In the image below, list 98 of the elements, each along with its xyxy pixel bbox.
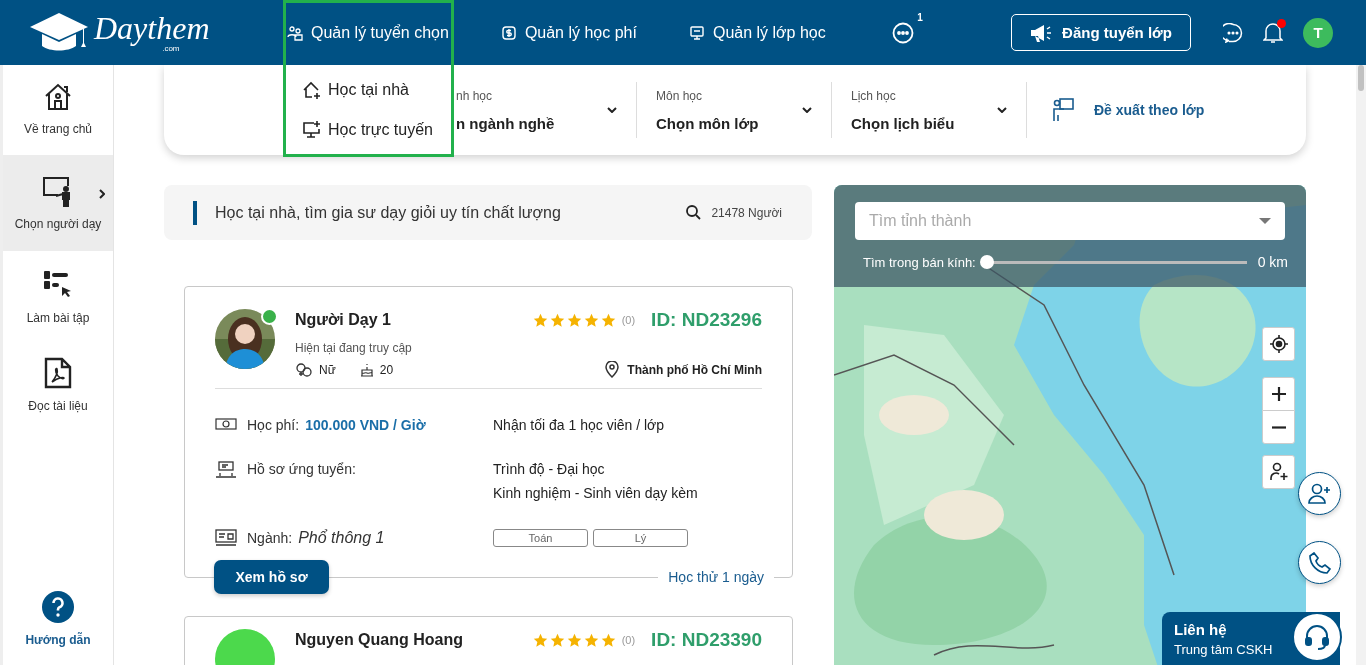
chevron-down-icon[interactable] (607, 107, 617, 113)
add-person-button[interactable] (1262, 455, 1295, 489)
sidebar-item[interactable]: Về trang chủ (3, 65, 113, 153)
star-icon (566, 632, 582, 648)
logo-text: Daythem (94, 12, 210, 44)
call-button[interactable] (1298, 541, 1341, 584)
minus-icon (1271, 425, 1286, 429)
star-icon (549, 312, 565, 328)
gender-icon (295, 362, 313, 377)
status-text: Hiện tại đang truy cập (295, 341, 413, 355)
phone-icon (1308, 551, 1331, 574)
profile-line: Kinh nghiệm - Sinh viên dạy kèm (493, 485, 699, 501)
person-plus-icon (1268, 462, 1289, 482)
nav-item[interactable]: Quản lý lớp học (686, 19, 828, 46)
people-icon (287, 24, 303, 41)
sidebar-item[interactable]: Làm bài tập (3, 253, 113, 341)
bell-icon[interactable] (1263, 21, 1283, 44)
locate-button[interactable] (1262, 327, 1295, 361)
monitor-plus-icon (302, 120, 322, 140)
person-plus-icon (1307, 482, 1332, 505)
chevron-down-icon[interactable] (997, 107, 1007, 113)
interview-icon (215, 461, 237, 479)
chat-icon[interactable] (1223, 22, 1243, 43)
contact-subtitle: Trung tâm CSKH (1174, 641, 1273, 657)
contact-title: Liên hệ (1174, 620, 1228, 638)
age-text: 20 (379, 362, 394, 377)
house-icon (43, 82, 73, 112)
fee-text: Học phí: 100.000 VND / Giờ (247, 417, 426, 433)
major-text: Ngành: Phổ thông 1 (247, 529, 385, 547)
zoom-in-button[interactable] (1262, 377, 1295, 411)
tutor-name: Người Dạy 1 (295, 311, 392, 329)
nav-item[interactable]: Quản lý học phí (498, 19, 639, 46)
filter-value[interactable]: n ngành nghề (456, 114, 555, 132)
gender-text: Nữ (319, 362, 336, 377)
location-pin-icon (605, 361, 620, 378)
filter-value[interactable]: Chọn môn lớp (656, 114, 759, 132)
star-icon (600, 632, 616, 648)
suggest-button[interactable]: Đề xuất theo lớp (1046, 97, 1211, 123)
post-class-button[interactable]: Đăng tuyển lớp (1011, 14, 1191, 51)
menu-item[interactable]: Học trực tuyến (285, 112, 451, 148)
cake-icon (359, 362, 374, 377)
help-icon[interactable] (42, 591, 74, 623)
view-profile-button[interactable]: Xem hồ sơ (214, 560, 329, 594)
plus-icon (1271, 387, 1286, 401)
monitor-icon (215, 529, 237, 547)
subject-tag: Toán (493, 529, 588, 547)
filter-value[interactable]: Chọn lịch biểu (851, 114, 955, 132)
star-icon (549, 632, 565, 648)
filter-label: Môn học (656, 88, 704, 103)
tutor-id: ID: ND23296 (651, 309, 762, 331)
location-text: Thành phố Hồ Chí Minh (627, 362, 762, 377)
star-icon (566, 312, 582, 328)
tutor-id: ID: ND23390 (651, 629, 762, 651)
house-plus-icon (302, 80, 322, 100)
count-label: 1 (917, 11, 923, 23)
logo-suffix: .com (162, 44, 180, 53)
profile-label: Hồ sơ ứng tuyển: (247, 461, 356, 477)
chevron-icon (99, 189, 105, 199)
contact-widget[interactable]: Liên hệ Trung tâm CSKH (1162, 612, 1340, 665)
crosshair-icon (1269, 335, 1288, 353)
dollar-icon (500, 24, 517, 41)
star-icon (583, 312, 599, 328)
pdf-file-icon (44, 357, 72, 389)
star-icon (600, 312, 616, 328)
radius-label: Tìm trong bán kính: (863, 254, 976, 270)
search-icon[interactable] (686, 205, 702, 220)
caret-icon[interactable] (1259, 218, 1271, 224)
zoom-out-button[interactable] (1262, 410, 1295, 444)
result-count: 21478 Người (711, 205, 782, 220)
star-icon (532, 312, 548, 328)
review-count: (0) (621, 634, 636, 646)
menu-item[interactable]: Học tại nhà (285, 72, 451, 108)
cash-icon (215, 417, 237, 431)
tutor-name: Nguyen Quang Hoang (295, 631, 464, 649)
trial-text: Học thử 1 ngày (658, 568, 774, 585)
nav-item[interactable]: Quản lý tuyển chọn (285, 19, 451, 46)
subject-tag: Lý (593, 529, 688, 547)
sidebar-item[interactable]: Đọc tài liệu (3, 341, 113, 429)
sidebar-item[interactable]: Chọn người dạy (3, 155, 113, 251)
radius-value: 0 km (1257, 254, 1288, 270)
profile-line: Trình độ - Đại học (493, 461, 606, 477)
more-icon[interactable] (891, 21, 914, 44)
add-contact-button[interactable] (1298, 472, 1341, 515)
filter-label: nh học (456, 88, 494, 103)
chevron-down-icon[interactable] (802, 107, 812, 113)
star-icon (583, 632, 599, 648)
banner-title: Học tại nhà, tìm gia sư dạy giỏi uy tín chất lượng (215, 203, 562, 222)
headset-icon (1304, 624, 1330, 650)
megaphone-icon (1030, 22, 1053, 43)
review-count: (0) (621, 314, 636, 326)
capacity-text: Nhận tối đa 1 học viên / lớp (493, 417, 666, 435)
province-search-field[interactable]: Tìm tỉnh thành (855, 202, 1285, 240)
star-icon (532, 632, 548, 648)
filter-label: Lịch học (851, 88, 897, 103)
help-label[interactable]: Hướng dẫn (25, 633, 91, 647)
presentation-icon (688, 24, 705, 41)
presenter-icon (1052, 98, 1074, 122)
scrollbar[interactable] (1356, 65, 1366, 665)
